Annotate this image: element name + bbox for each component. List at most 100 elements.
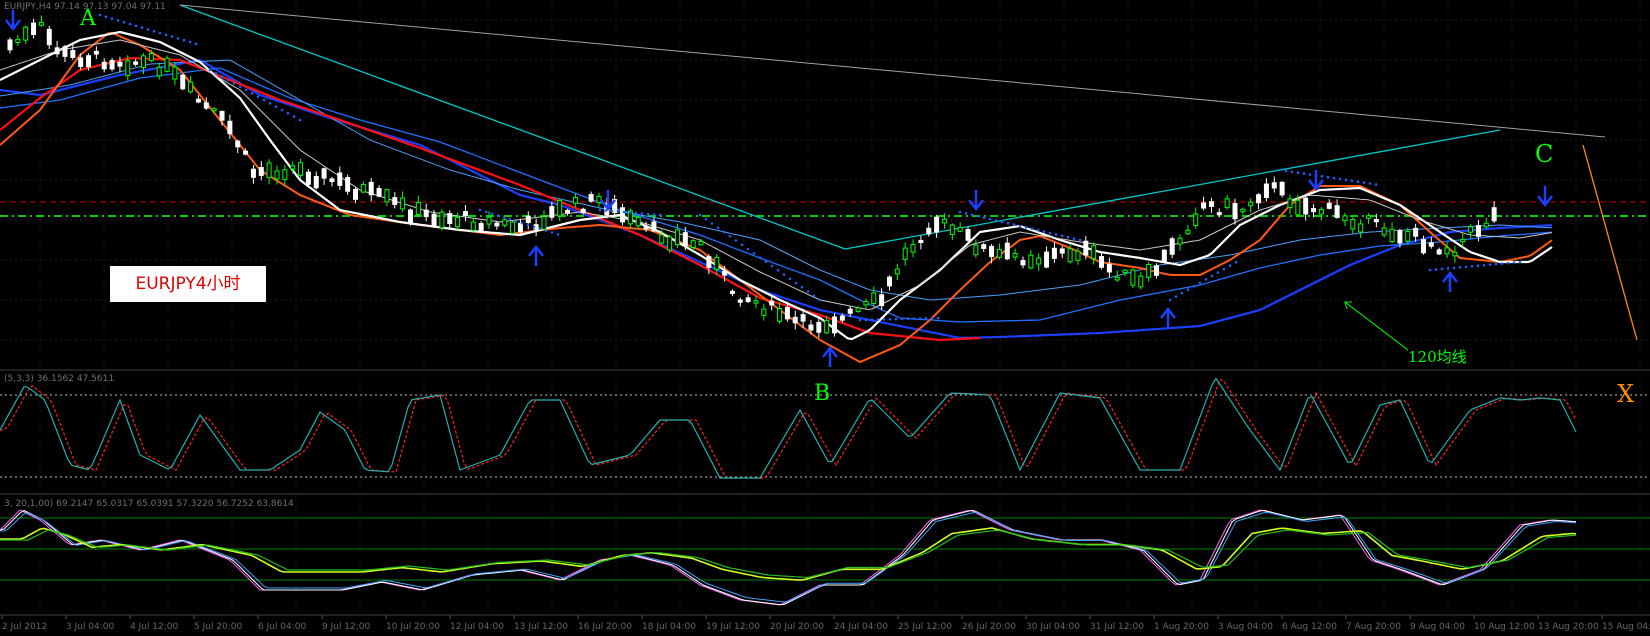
grid — [0, 0, 1650, 615]
sar-dot — [994, 219, 998, 222]
chart-window[interactable]: 2 Jul 2012 3 Jul 04:00 4 Jul 12:00 5 Jul 20… — [0, 0, 1650, 632]
bull-candle — [1130, 269, 1136, 286]
bear-candle — [1263, 183, 1269, 199]
bear-candle — [1216, 212, 1222, 216]
bear-candle — [706, 256, 712, 268]
sar-dot — [800, 285, 804, 289]
sar-dot — [1500, 262, 1504, 265]
sar-dot — [550, 231, 554, 234]
bull-candle — [1122, 269, 1128, 273]
x-axis-tick-label: 25 Jul 12:00 — [898, 622, 952, 632]
bull-candle — [863, 301, 869, 306]
sar-dot — [876, 318, 880, 321]
bear-candle — [965, 229, 971, 241]
sar-dot — [158, 31, 162, 35]
x-axis-tick-label: 3 Jul 04:00 — [66, 622, 115, 632]
bull-candle — [1028, 254, 1034, 269]
bear-candle — [1201, 202, 1207, 209]
x-axis-tick-label: 10 Jul 20:00 — [386, 622, 440, 632]
bull-candle — [690, 240, 696, 248]
sar-dot — [1048, 231, 1052, 235]
sar-dot — [490, 212, 494, 216]
sar-dot — [616, 210, 620, 213]
bull-candle — [777, 308, 783, 322]
sar-dot — [1488, 263, 1492, 266]
bull-candle — [1468, 226, 1474, 233]
sar-dot — [1204, 278, 1208, 281]
sar-dot — [1066, 235, 1070, 239]
sar-dot — [1290, 170, 1294, 174]
bear-candle — [1271, 182, 1277, 189]
bear-candle — [729, 290, 735, 294]
bear-candle — [46, 28, 52, 46]
bear-candle — [235, 140, 241, 148]
sar-dot — [782, 273, 786, 276]
sar-dot — [116, 19, 120, 22]
ma-note-label: 120均线 — [1408, 348, 1467, 366]
bull-candle — [1381, 227, 1387, 236]
bear-candle — [353, 188, 359, 200]
sar-dot — [1518, 260, 1522, 264]
sar-dot — [104, 15, 108, 19]
sar-dot — [280, 108, 284, 112]
sar-dot — [710, 222, 714, 225]
sar-dot — [520, 221, 524, 225]
bull-candle — [156, 66, 162, 77]
bull-candle — [1405, 230, 1411, 242]
x-axis-tick-label: 4 Jul 12:00 — [130, 622, 179, 632]
sar-dot — [900, 317, 904, 321]
sar-dot — [532, 225, 536, 229]
bull-candle — [557, 200, 563, 217]
bull-candle — [400, 197, 406, 210]
sar-dot — [722, 230, 726, 234]
sar-dot — [274, 105, 278, 108]
bear-candle — [423, 209, 429, 218]
sar-dot — [188, 40, 192, 44]
bear-candle — [981, 244, 987, 249]
sar-dot — [484, 210, 488, 214]
bull-candle — [266, 162, 272, 179]
bull-candle — [761, 308, 767, 316]
bear-candle — [407, 209, 413, 224]
bear-candle — [643, 226, 649, 230]
sar-dot — [182, 38, 186, 42]
bull-candle — [941, 218, 947, 224]
sar-dot — [146, 28, 150, 31]
trendlines[interactable] — [179, 4, 1638, 341]
bull-candle — [1036, 257, 1042, 265]
bear-candle — [722, 270, 728, 276]
sar-dot — [598, 208, 602, 212]
bear-candle — [180, 74, 186, 90]
sar-dot — [888, 317, 892, 321]
sar-dot — [912, 317, 916, 320]
chart-canvas[interactable]: 2 Jul 2012 3 Jul 04:00 4 Jul 12:00 5 Jul 20… — [0, 0, 1650, 632]
sar-dot — [982, 216, 986, 219]
projection-line — [1582, 144, 1638, 341]
bull-candle — [360, 183, 366, 193]
bear-candle — [31, 22, 37, 35]
x-axis-tick-label: 6 Jul 04:00 — [258, 622, 307, 632]
sar-dot — [244, 88, 248, 92]
sar-dot — [764, 260, 768, 264]
oscillator2-green-line — [0, 529, 1577, 579]
bear-candle — [989, 245, 995, 258]
sar-dot — [1072, 237, 1076, 240]
x-axis-tick-label: 9 Jul 12:00 — [322, 622, 371, 632]
bull-candle — [23, 26, 29, 41]
sar-dot — [1356, 180, 1360, 183]
bull-candle — [1012, 252, 1018, 258]
point-a-label: A — [79, 6, 97, 31]
bull-candle — [541, 216, 547, 230]
bear-candle — [101, 61, 107, 70]
bull-candle — [1091, 245, 1097, 260]
sar-dot — [1018, 224, 1022, 228]
sar-dot — [556, 233, 560, 236]
sar-dot — [882, 318, 886, 321]
sar-dot — [544, 229, 548, 232]
bull-candle — [384, 189, 390, 203]
sar-dot — [1186, 288, 1190, 292]
x-axis-tick-label: 6 Aug 12:00 — [1282, 622, 1337, 632]
buy-arrow-icon — [1160, 306, 1176, 328]
bear-candle — [7, 39, 13, 51]
bear-candle — [1153, 265, 1159, 276]
